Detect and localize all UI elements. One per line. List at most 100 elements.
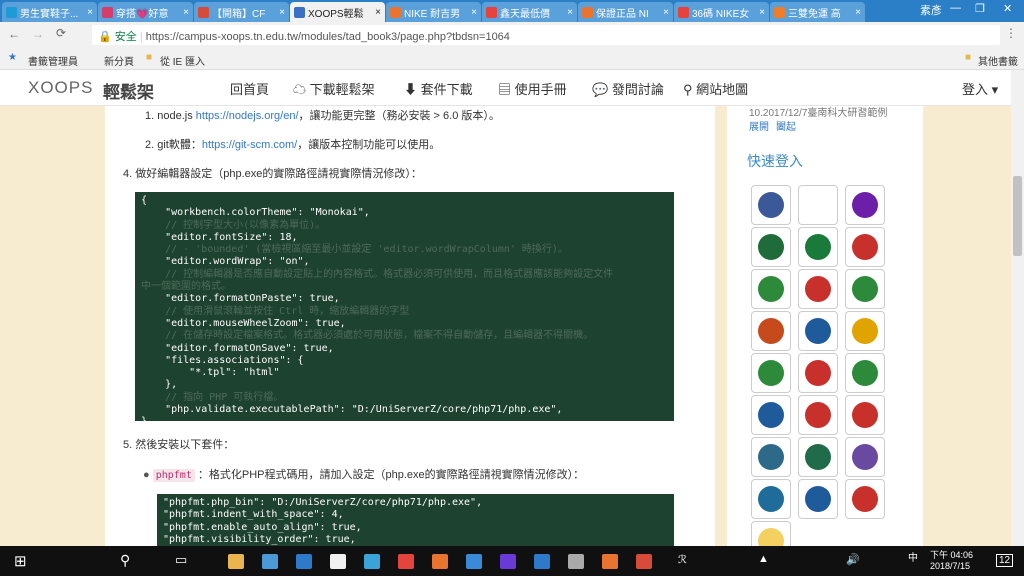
login-icon-19[interactable] [751, 479, 791, 519]
login-icon-5[interactable] [798, 269, 838, 309]
clock-date[interactable]: 2018/7/15 [930, 561, 970, 571]
browser-tab[interactable]: 【開箱】CF × [194, 2, 289, 22]
nav-download[interactable]: ☁ 下載輕鬆架 [293, 79, 375, 98]
app-icon-6[interactable] [602, 554, 618, 569]
login-icon-17[interactable] [798, 437, 838, 477]
windows-start-icon[interactable]: ⊞ [14, 552, 27, 570]
login-icon-7[interactable] [751, 311, 791, 351]
comments-icon: 💬 [592, 82, 612, 97]
browser-tab[interactable]: NIKE 耐吉男 × [386, 2, 481, 22]
browser-tab[interactable]: 鑫天最低價 × [482, 2, 577, 22]
photos-icon[interactable] [262, 554, 278, 569]
login-icon-12[interactable] [845, 353, 885, 393]
login-icon-18[interactable] [845, 437, 885, 477]
nav-manual[interactable]: ▤ 使用手冊 [498, 79, 567, 98]
forward-icon[interactable]: → [32, 27, 44, 41]
login-dropdown[interactable]: 登入 ▾ [962, 79, 998, 98]
nav-modules[interactable]: ⬇ 套件下載 [404, 79, 473, 98]
tab-close-icon[interactable]: × [759, 7, 765, 18]
google-login-icon[interactable] [798, 185, 838, 225]
scrollbar-thumb[interactable] [1013, 176, 1022, 256]
page-scrollbar[interactable] [1011, 70, 1024, 546]
site-logo[interactable]: XOOPS [28, 78, 93, 98]
network-icon[interactable]: ▲ [758, 553, 769, 565]
reload-icon[interactable]: ⟳ [56, 26, 66, 40]
apps-icon[interactable]: ★ [8, 52, 17, 63]
tab-close-icon[interactable]: × [663, 7, 669, 18]
tab-close-icon[interactable]: × [279, 7, 285, 18]
login-icon-21[interactable] [845, 479, 885, 519]
browser-tab[interactable]: 保證正品 NI × [578, 2, 673, 22]
tab-label: 三雙免運 高 [788, 8, 841, 20]
browser-tab[interactable]: 36碼 NIKE女 × [674, 2, 769, 22]
login-icon-1[interactable] [751, 227, 791, 267]
nav-forum[interactable]: 💬 發問討論 [592, 79, 664, 98]
login-icon-10[interactable] [751, 353, 791, 393]
url-bar[interactable]: 🔒 安全 | https://campus-xoops.tn.edu.tw/mo… [92, 25, 1000, 45]
volume-icon[interactable]: 🔊 [846, 553, 860, 566]
tab-close-icon[interactable]: × [855, 7, 861, 18]
file-explorer-icon[interactable] [228, 554, 244, 569]
app-icon-1[interactable] [398, 554, 414, 569]
vscode-icon[interactable] [534, 554, 550, 569]
download-icon: ⬇ [404, 82, 421, 97]
browser-tab[interactable]: 三雙免運 高 × [770, 2, 865, 22]
code-block-phpfmt[interactable]: "phpfmt.php_bin": "D:/UniServerZ/core/ph… [157, 494, 674, 546]
google-app-icon[interactable] [330, 554, 346, 569]
nodejs-link[interactable]: https://nodejs.org/en/ [196, 110, 299, 122]
collapse-link[interactable]: 闔起 [776, 118, 796, 133]
login-icon-4[interactable] [751, 269, 791, 309]
login-icon-9[interactable] [845, 311, 885, 351]
facebook-login-icon[interactable] [751, 185, 791, 225]
browser-tab[interactable]: XOOPS輕鬆 × [290, 2, 385, 22]
expand-link[interactable]: 展開 [749, 118, 769, 133]
app-icon-5[interactable] [568, 554, 584, 569]
nav-home[interactable]: 回首頁 [230, 79, 269, 98]
search-icon[interactable]: ⚲ [120, 552, 130, 569]
login-icon-13[interactable] [751, 395, 791, 435]
login-icon-20[interactable] [798, 479, 838, 519]
site-logo-cn[interactable]: 輕鬆架 [103, 78, 154, 103]
git-link[interactable]: https://git-scm.com/ [202, 139, 297, 151]
app-icon-4[interactable] [500, 554, 516, 569]
close-window-button[interactable]: ✕ [1003, 2, 1012, 15]
step-5-text: 5. 然後安裝以下套件： [123, 439, 235, 451]
app-icon-2[interactable] [432, 554, 448, 569]
people-icon[interactable]: ℛ [678, 553, 687, 566]
tab-close-icon[interactable]: × [471, 7, 477, 18]
chrome-icon[interactable] [636, 554, 652, 569]
app-icon-3[interactable] [466, 554, 482, 569]
login-icon-15[interactable] [845, 395, 885, 435]
tab-close-icon[interactable]: × [375, 7, 381, 18]
bookmark-manager[interactable]: 書籤管理員 [28, 53, 78, 68]
bookmark-other[interactable]: 其他書籤 [978, 53, 1018, 68]
bookmark-newtab[interactable]: 新分頁 [104, 53, 134, 68]
clock-time[interactable]: 下午 04:06 [930, 548, 973, 561]
store-icon[interactable] [364, 554, 380, 569]
login-icon-14[interactable] [798, 395, 838, 435]
notification-count[interactable]: 12 [996, 554, 1014, 567]
tab-close-icon[interactable]: × [567, 7, 573, 18]
login-icon-3[interactable] [845, 227, 885, 267]
back-icon[interactable]: ← [8, 27, 20, 41]
ime-icon[interactable]: 中 [908, 549, 918, 564]
login-icon-22[interactable] [751, 521, 791, 546]
menu-icon[interactable]: ⋮ [1005, 26, 1017, 40]
code-block-settings[interactable]: { "workbench.colorTheme": "Monokai", // … [135, 192, 674, 421]
nav-sitemap[interactable]: ⚲ 網站地圖 [683, 79, 748, 98]
yahoo-login-icon[interactable] [845, 185, 885, 225]
minimize-button[interactable]: — [950, 2, 961, 14]
browser-tab[interactable]: 穿搭💗好意 × [98, 2, 193, 22]
ie-icon[interactable] [296, 554, 312, 569]
browser-tab[interactable]: 男生實鞋子... × [2, 2, 97, 22]
maximize-button[interactable]: ❐ [975, 2, 985, 15]
tab-close-icon[interactable]: × [183, 7, 189, 18]
login-icon-6[interactable] [845, 269, 885, 309]
login-icon-8[interactable] [798, 311, 838, 351]
login-icon-11[interactable] [798, 353, 838, 393]
task-view-icon[interactable]: ▭ [175, 552, 187, 568]
login-icon-16[interactable] [751, 437, 791, 477]
tab-close-icon[interactable]: × [87, 7, 93, 18]
login-icon-2[interactable] [798, 227, 838, 267]
bookmark-ie-import[interactable]: 從 IE 匯入 [160, 53, 205, 68]
